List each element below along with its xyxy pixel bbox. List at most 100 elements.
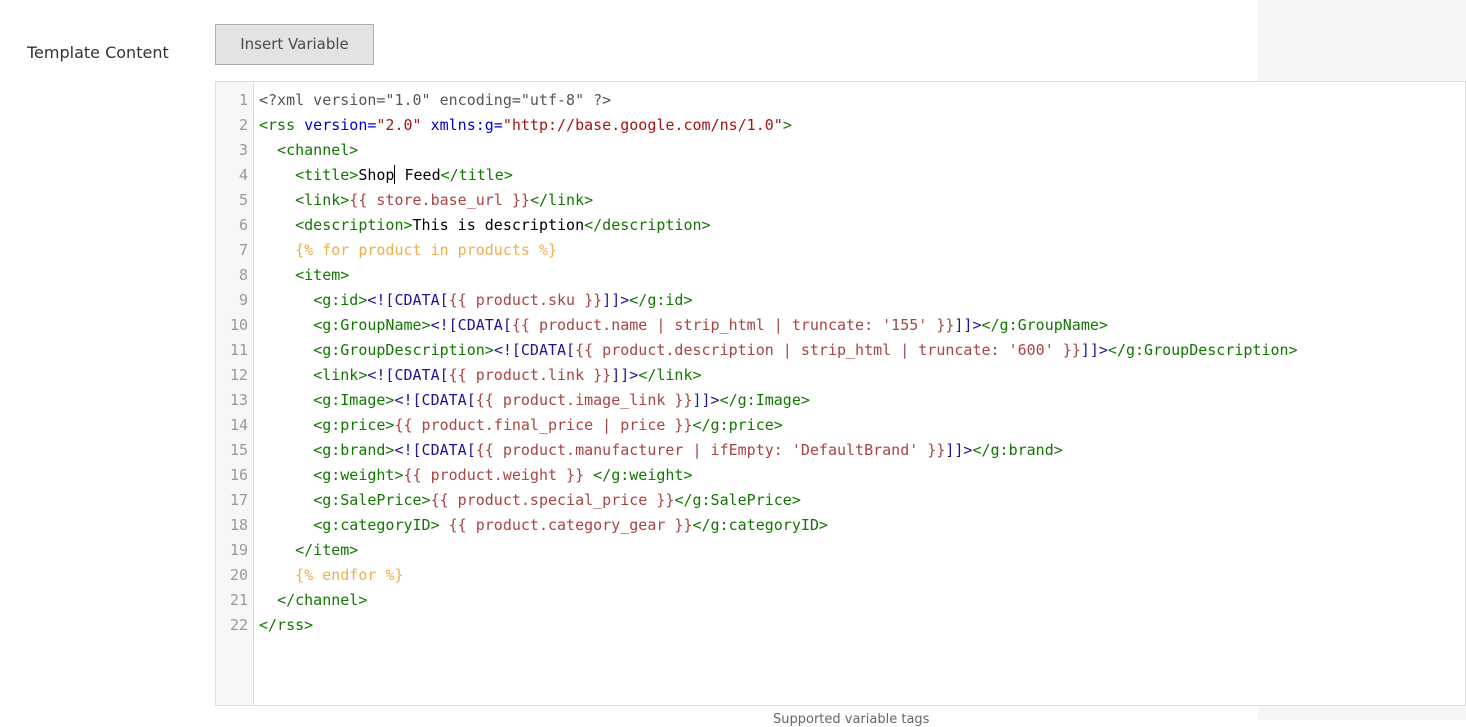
code-text: {% for product in products %}: [259, 238, 557, 263]
code-line[interactable]: 21 </channel>: [216, 588, 1465, 613]
line-number: 18: [229, 516, 248, 534]
line-number: 21: [229, 591, 248, 609]
code-line[interactable]: 4 <title>Shop Feed</title>: [216, 163, 1465, 188]
code-token-str: "http://base.google.com/ns/1.0": [502, 116, 783, 134]
code-token-tag: <title>: [295, 166, 359, 184]
code-token-text: Shop: [358, 166, 395, 184]
code-token-var: {{ product.description | strip_html | tr…: [575, 341, 1081, 359]
line-number: 14: [229, 416, 248, 434]
code-token-tag: </title>: [440, 166, 513, 184]
line-number: 22: [229, 616, 248, 634]
code-line[interactable]: 12 <link><![CDATA[{{ product.link }}]]><…: [216, 363, 1465, 388]
code-text: <g:GroupDescription><![CDATA[{{ product.…: [259, 338, 1298, 363]
code-token-tag: </g:GroupDescription>: [1107, 341, 1298, 359]
line-number: 10: [229, 316, 248, 334]
code-line[interactable]: 6 <description>This is description</desc…: [216, 213, 1465, 238]
code-text: <g:price>{{ product.final_price | price …: [259, 413, 783, 438]
code-token-var: {{ product.weight }}: [403, 466, 594, 484]
line-number: 12: [229, 366, 248, 384]
code-token-tag: <g:brand>: [313, 441, 395, 459]
code-token-tag: <g:SalePrice>: [313, 491, 431, 509]
code-line[interactable]: 7 {% for product in products %}: [216, 238, 1465, 263]
code-token-var: {{ product.category_gear }}: [439, 516, 693, 534]
code-line[interactable]: 17 <g:SalePrice>{{ product.special_price…: [216, 488, 1465, 513]
code-token-str: "2.0": [376, 116, 422, 134]
code-token-meta: <?xml version="1.0" encoding="utf-8" ?>: [259, 91, 612, 109]
code-token-attr: xmlns:g=: [430, 116, 503, 134]
code-text: <channel>: [259, 138, 358, 163]
code-text: <link>{{ store.base_url }}</link>: [259, 188, 593, 213]
code-text: <title>Shop Feed</title>: [259, 163, 513, 188]
code-token-cdata: ]]>: [611, 366, 639, 384]
code-token-cdata: ]]>: [602, 291, 630, 309]
code-token-tag: <g:categoryID>: [313, 516, 440, 534]
code-token-tag: <item>: [295, 266, 350, 284]
code-line[interactable]: 2 <rss version="2.0" xmlns:g="http://base…: [216, 113, 1465, 138]
code-lines[interactable]: 1 <?xml version="1.0" encoding="utf-8" ?>…: [216, 88, 1465, 638]
code-token-cdata: <![CDATA[: [493, 341, 576, 359]
code-line[interactable]: 9 <g:id><![CDATA[{{ product.sku }}]]></g…: [216, 288, 1465, 313]
code-text: </rss>: [259, 613, 313, 638]
code-text: <link><![CDATA[{{ product.link }}]]></li…: [259, 363, 702, 388]
insert-variable-button[interactable]: Insert Variable: [215, 24, 374, 65]
code-token-tag: </link>: [638, 366, 702, 384]
code-token-tag: </g:weight>: [593, 466, 693, 484]
code-text: <g:id><![CDATA[{{ product.sku }}]]></g:i…: [259, 288, 693, 313]
code-token-tag: </link>: [529, 191, 594, 209]
code-line[interactable]: 14 <g:price>{{ product.final_price | pri…: [216, 413, 1465, 438]
code-line[interactable]: 15 <g:brand><![CDATA[{{ product.manufact…: [216, 438, 1465, 463]
line-number: 6: [238, 216, 248, 234]
template-code-editor[interactable]: 1 <?xml version="1.0" encoding="utf-8" ?>…: [215, 81, 1466, 706]
code-token-tag: </g:SalePrice>: [674, 491, 801, 509]
code-token-tag: <g:id>: [313, 291, 368, 309]
line-number: 19: [229, 541, 248, 559]
code-token-tag: </g:Image>: [719, 391, 810, 409]
code-text: <rss version="2.0" xmlns:g="http://base.…: [259, 113, 792, 138]
code-token-tag: <g:weight>: [313, 466, 404, 484]
code-token-tag: <g:GroupDescription>: [313, 341, 494, 359]
code-line[interactable]: 18 <g:categoryID> {{ product.category_ge…: [216, 513, 1465, 538]
code-token-tag: </g:categoryID>: [692, 516, 828, 534]
line-number: 3: [238, 141, 248, 159]
code-text: <?xml version="1.0" encoding="utf-8" ?>: [259, 88, 611, 113]
code-line[interactable]: 1 <?xml version="1.0" encoding="utf-8" ?>: [216, 88, 1465, 113]
code-line[interactable]: 11 <g:GroupDescription><![CDATA[{{ produ…: [216, 338, 1465, 363]
code-token-var: {{ product.image_link }}: [475, 391, 693, 409]
code-text: <item>: [259, 263, 349, 288]
line-number: 7: [238, 241, 248, 259]
code-line[interactable]: 13 <g:Image><![CDATA[{{ product.image_li…: [216, 388, 1465, 413]
code-token-cdata: ]]>: [945, 441, 973, 459]
line-number: 1: [238, 91, 248, 109]
code-token-tag: </g:id>: [629, 291, 693, 309]
code-line[interactable]: 10 <g:GroupName><![CDATA[{{ product.name…: [216, 313, 1465, 338]
code-token-text: This is description: [412, 216, 585, 234]
code-line[interactable]: 22 </rss>: [216, 613, 1465, 638]
code-line[interactable]: 16 <g:weight>{{ product.weight }} </g:we…: [216, 463, 1465, 488]
code-text: <g:SalePrice>{{ product.special_price }}…: [259, 488, 801, 513]
code-text: <g:weight>{{ product.weight }} </g:weigh…: [259, 463, 693, 488]
code-line[interactable]: 19 </item>: [216, 538, 1465, 563]
code-line[interactable]: 5 <link>{{ store.base_url }}</link>: [216, 188, 1465, 213]
code-line[interactable]: 8 <item>: [216, 263, 1465, 288]
code-line[interactable]: 3 <channel>: [216, 138, 1465, 163]
code-token-var: {{ product.name | strip_html | truncate:…: [511, 316, 955, 334]
code-token-stmt: {% endfor %}: [295, 566, 404, 584]
code-line[interactable]: 20 {% endfor %}: [216, 563, 1465, 588]
code-token-stmt: {% for product in products %}: [295, 241, 558, 259]
line-number: 5: [238, 191, 248, 209]
code-token-cdata: ]]>: [692, 391, 720, 409]
code-text: <g:categoryID> {{ product.category_gear …: [259, 513, 828, 538]
code-text: <g:Image><![CDATA[{{ product.image_link …: [259, 388, 810, 413]
code-token-var: {{ store.base_url }}: [349, 191, 530, 209]
